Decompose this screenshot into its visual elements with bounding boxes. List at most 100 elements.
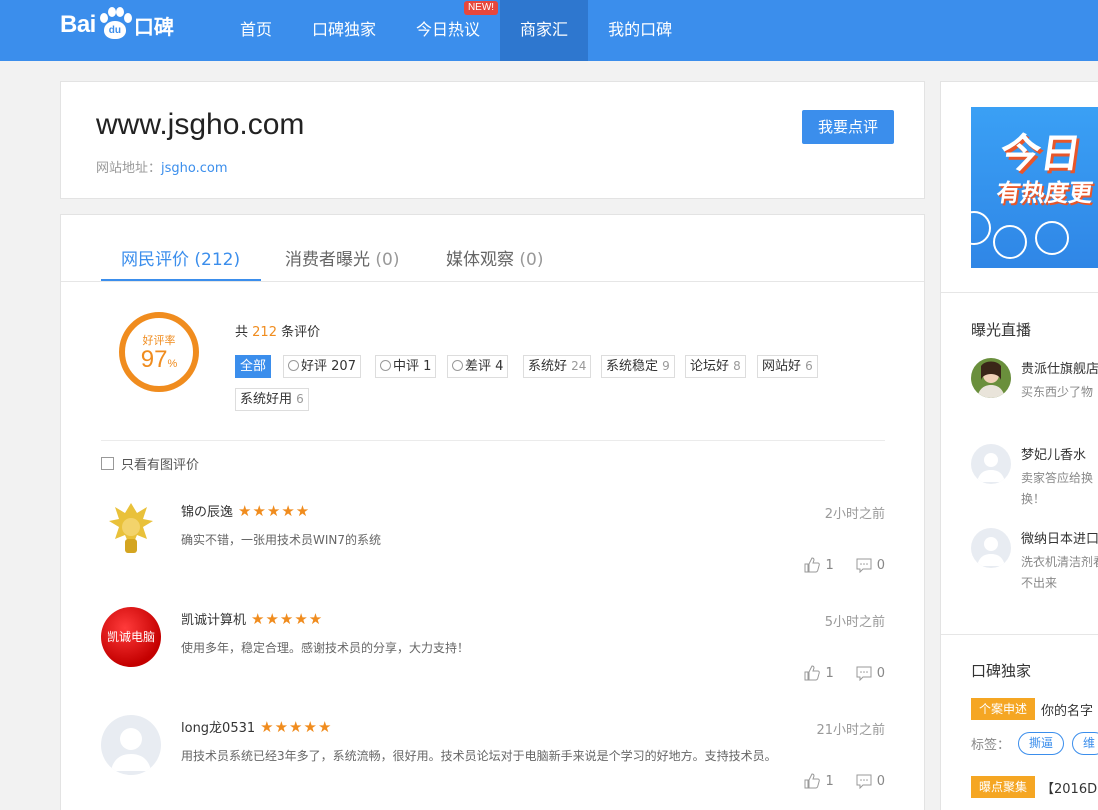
comment-button[interactable]: 0 <box>856 558 885 573</box>
neutral-face-icon <box>380 360 391 371</box>
filter-negative[interactable]: 差评 4 <box>447 355 509 378</box>
checkbox-icon <box>101 457 114 470</box>
filter-tag-website-good[interactable]: 网站好 6 <box>757 355 818 378</box>
banner-headline: 今日 <box>997 131 1084 177</box>
review-text: 确实不错，一张用技术员WIN7的系统 <box>181 533 382 547</box>
avatar <box>971 358 1011 398</box>
review-actions: 1 0 <box>782 665 885 681</box>
comment-icon <box>856 558 872 573</box>
tags-label: 标签： <box>971 738 1011 753</box>
review-time: 2小时之前 <box>824 507 885 522</box>
logo-koubei-text: 口碑 <box>133 14 174 39</box>
avatar[interactable] <box>101 715 161 775</box>
smile-icon <box>288 360 299 371</box>
shocked-face-icon <box>1035 221 1069 255</box>
comment-button[interactable]: 0 <box>856 666 885 681</box>
site-url-link[interactable]: jsgho.com <box>161 161 228 176</box>
exclusive-item-title: 你的名字 <box>1041 703 1094 719</box>
nav-item-my-koubei[interactable]: 我的口碑 <box>588 0 692 61</box>
main-nav: 首页 口碑独家 今日热议 NEW! 商家汇 我的口碑 <box>220 0 692 61</box>
thumbs-up-icon <box>804 773 821 789</box>
positive-rate-ring: 好评率 97% <box>119 312 199 392</box>
review-item: long龙0531 ★★★★★ 21小时之前 用技术员系统已经3年多了，系统流畅… <box>101 715 885 810</box>
reviewer-name-row: long龙0531 ★★★★★ <box>181 717 333 737</box>
exclusive-item[interactable]: 曝点聚集 【2016D <box>971 776 1097 798</box>
exclusive-item[interactable]: 个案申述 你的名字 <box>971 698 1093 720</box>
nav-item-home[interactable]: 首页 <box>220 0 292 61</box>
live-item-name: 微纳日本进口 <box>1021 532 1098 547</box>
nav-item-merchants[interactable]: 商家汇 <box>500 0 589 61</box>
pic-only-checkbox[interactable]: 只看有图评价 <box>101 454 199 473</box>
filter-neutral[interactable]: 中评 1 <box>375 355 437 378</box>
filter-all[interactable]: 全部 <box>235 355 272 378</box>
site-title: www.jsgho.com <box>96 108 305 141</box>
review-tabs: 网民评价 (212) 消费者曝光 (0) 媒体观察 (0) <box>61 215 924 282</box>
review-time: 21小时之前 <box>816 723 885 738</box>
like-button[interactable]: 1 <box>804 665 834 681</box>
comment-icon <box>856 666 872 681</box>
banner-subline: 有热度更 <box>994 179 1095 207</box>
review-total: 共 212 条评价 <box>235 325 321 340</box>
like-button[interactable]: 1 <box>804 557 834 573</box>
live-item-text: 买东西少了物 <box>1021 385 1094 399</box>
tag-list: 标签： 撕逼 维 <box>971 732 1098 755</box>
smiley-icon <box>993 225 1027 259</box>
sad-face-icon <box>452 360 463 371</box>
divider <box>941 292 1098 293</box>
divider <box>101 440 885 441</box>
site-header-card: www.jsgho.com 网站地址：jsgho.com 我要点评 <box>60 81 925 199</box>
site-url-label: 网站地址： <box>96 161 162 176</box>
reviewer-name[interactable]: 锦の辰逸 <box>181 501 233 520</box>
category-badge: 个案申述 <box>971 698 1036 720</box>
active-tab-indicator <box>101 279 261 281</box>
avatar[interactable]: 凯诚电脑 <box>101 607 161 667</box>
logo-bai-text: Bai <box>60 11 96 38</box>
write-review-button[interactable]: 我要点评 <box>802 110 894 144</box>
live-exposure-title: 曝光直播 <box>971 321 1032 339</box>
star-rating: ★★★★★ <box>260 717 333 736</box>
filter-tag-system-usable[interactable]: 系统好用 6 <box>235 388 309 411</box>
promo-banner[interactable]: 今日 有热度更 <box>971 107 1098 268</box>
comment-button[interactable]: 0 <box>856 774 885 789</box>
avatar[interactable] <box>101 499 161 559</box>
live-item-text: 洗衣机清洁剂看不出来 <box>1021 555 1098 590</box>
live-item-text: 卖家答应给换换！ <box>1021 471 1094 506</box>
review-text: 使用多年，稳定合理。感谢技术员的分享，大力支持！ <box>181 641 470 655</box>
review-actions: 1 0 <box>782 557 885 573</box>
tab-media-observation[interactable]: 媒体观察 (0) <box>446 245 544 270</box>
live-item-name: 梦妃儿香水 <box>1021 448 1087 463</box>
category-badge: 曝点聚集 <box>971 776 1036 798</box>
reviewer-name-row: 锦の辰逸 ★★★★★ <box>181 501 311 521</box>
review-item: 凯诚电脑 凯诚计算机 ★★★★★ 5小时之前 使用多年，稳定合理。感谢技术员的分… <box>101 607 885 707</box>
review-time: 5小时之前 <box>824 615 885 630</box>
exclusive-title: 口碑独家 <box>971 662 1032 680</box>
filter-tag-system-stable[interactable]: 系统稳定 9 <box>601 355 675 378</box>
divider <box>941 634 1098 635</box>
star-rating: ★★★★★ <box>238 501 311 520</box>
reviewer-name-row: 凯诚计算机 ★★★★★ <box>181 609 323 629</box>
tag-pill[interactable]: 维 <box>1072 732 1098 755</box>
live-item-name: 贵派仕旗舰店 <box>1021 362 1098 377</box>
thumbs-up-icon <box>804 557 821 573</box>
reviewer-name[interactable]: long龙0531 <box>181 717 255 736</box>
nav-item-hot-today[interactable]: 今日热议 NEW! <box>396 0 500 61</box>
filter-positive[interactable]: 好评 207 <box>283 355 361 378</box>
tab-netizen-reviews[interactable]: 网民评价 (212) <box>121 245 240 270</box>
reviews-card: 网民评价 (212) 消费者曝光 (0) 媒体观察 (0) 好评率 97% 共 … <box>60 214 925 810</box>
baidu-koubei-logo[interactable]: Bai du 口碑 <box>60 5 174 45</box>
review-actions: 1 0 <box>782 773 885 789</box>
nav-item-exclusive[interactable]: 口碑独家 <box>292 0 396 61</box>
like-button[interactable]: 1 <box>804 773 834 789</box>
paw-icon: du <box>98 7 132 43</box>
sidebar-card: 今日 有热度更 曝光直播 贵派仕旗舰店 买东西少了物 梦妃儿香水 卖家答应给换换… <box>940 81 1098 810</box>
exclusive-item-title: 【2016D <box>1041 781 1098 797</box>
grin-face-icon <box>971 211 991 245</box>
filter-tag-forum-good[interactable]: 论坛好 8 <box>685 355 746 378</box>
filter-tag-system-good[interactable]: 系统好 24 <box>523 355 592 378</box>
tab-consumer-exposure[interactable]: 消费者曝光 (0) <box>285 245 400 270</box>
avatar <box>971 444 1011 484</box>
review-text: 用技术员系统已经3年多了，系统流畅，很好用。技术员论坛对于电脑新手来说是个学习的… <box>181 749 777 763</box>
review-item: 锦の辰逸 ★★★★★ 2小时之前 确实不错，一张用技术员WIN7的系统 1 0 <box>101 499 885 599</box>
tag-pill[interactable]: 撕逼 <box>1018 732 1065 755</box>
reviewer-name[interactable]: 凯诚计算机 <box>181 609 246 628</box>
